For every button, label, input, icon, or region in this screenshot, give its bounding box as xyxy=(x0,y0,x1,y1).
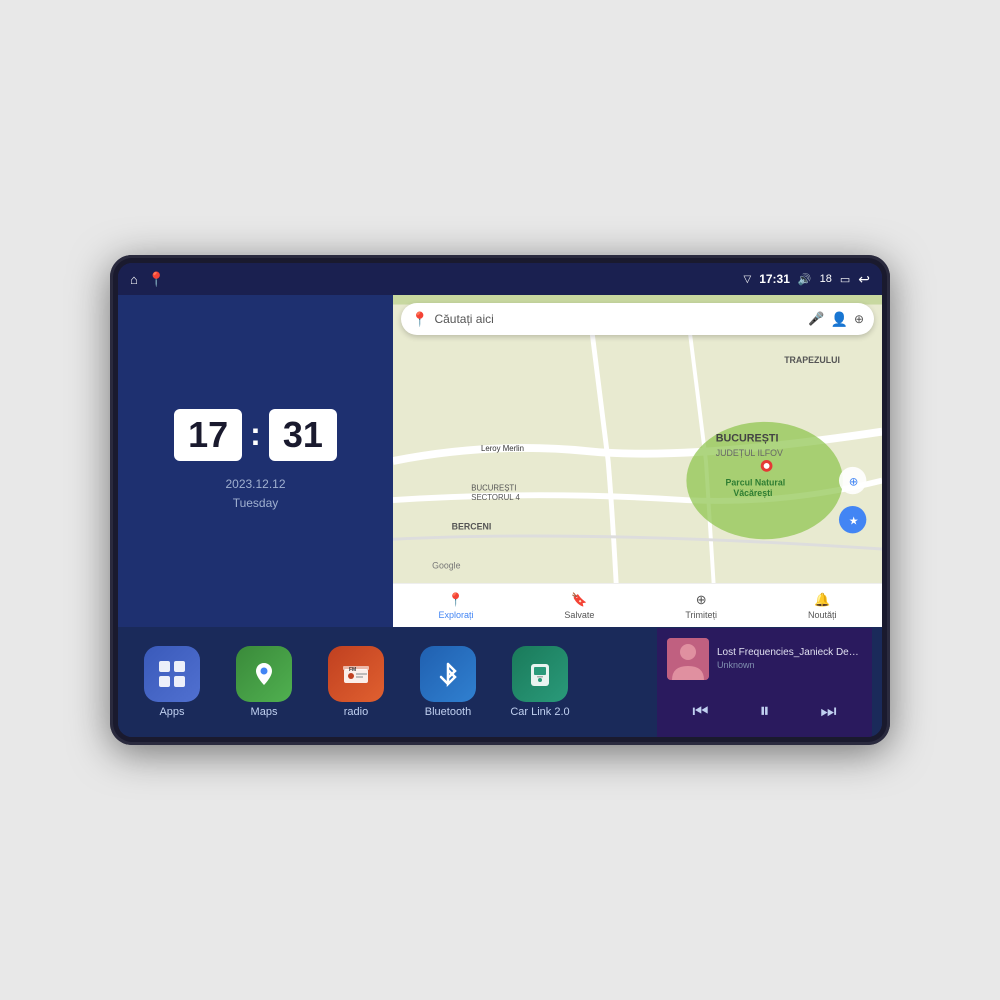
music-artist: Unknown xyxy=(717,660,862,670)
play-pause-button[interactable]: ⏸ xyxy=(751,696,777,727)
volume-icon: 🔊 xyxy=(798,273,812,286)
radio-label: radio xyxy=(344,706,368,718)
clock-display: 17 : 31 xyxy=(174,409,337,461)
screen: ⌂ 📍 ▽ 17:31 🔊 18 ▭ ↩ 17 : 31 xyxy=(118,263,882,737)
news-icon: 🔔 xyxy=(814,592,830,608)
clock-date: 2023.12.12 Tuesday xyxy=(225,475,285,513)
signal-icon: ▽ xyxy=(744,274,752,285)
clock-minutes: 31 xyxy=(269,409,337,461)
status-right-area: ▽ 17:31 🔊 18 ▭ ↩ xyxy=(744,271,871,288)
saved-icon: 🔖 xyxy=(571,592,587,608)
map-search-bar[interactable]: 📍 Căutați aici 🎤 👤 ⊕ xyxy=(401,303,874,335)
music-player: Lost Frequencies_Janieck Devy-... Unknow… xyxy=(657,628,872,737)
clock-widget: 17 : 31 2023.12.12 Tuesday xyxy=(118,295,393,627)
svg-text:★: ★ xyxy=(849,516,859,528)
app-item-apps[interactable]: Apps xyxy=(128,646,216,718)
svg-text:Parcul Natural: Parcul Natural xyxy=(726,477,786,487)
apps-label: Apps xyxy=(159,706,184,718)
map-nav-explore[interactable]: 📍 Explorați xyxy=(438,592,473,620)
svg-text:⊕: ⊕ xyxy=(849,475,859,488)
map-search-input[interactable]: Căutați aici xyxy=(434,312,802,326)
app-item-bluetooth[interactable]: Bluetooth xyxy=(404,646,492,718)
maps-label: Maps xyxy=(251,706,278,718)
prev-button[interactable]: ⏮ xyxy=(684,697,716,726)
status-time: 17:31 xyxy=(759,272,790,286)
map-pin-icon: 📍 xyxy=(411,311,428,328)
apps-section: Apps Maps xyxy=(128,646,657,718)
saved-label: Salvate xyxy=(564,610,594,620)
send-icon: ⊕ xyxy=(696,592,707,608)
back-icon[interactable]: ↩ xyxy=(858,271,870,288)
next-button[interactable]: ⏭ xyxy=(812,697,844,726)
main-content: 17 : 31 2023.12.12 Tuesday xyxy=(118,295,882,737)
bluetooth-icon xyxy=(420,646,476,702)
music-thumbnail xyxy=(667,638,709,680)
svg-text:BERCENI: BERCENI xyxy=(452,521,492,531)
svg-text:JUDEȚUL ILFOV: JUDEȚUL ILFOV xyxy=(716,448,783,458)
explore-icon: 📍 xyxy=(448,592,464,608)
app-item-maps[interactable]: Maps xyxy=(220,646,308,718)
svg-text:BUCUREȘTI: BUCUREȘTI xyxy=(716,432,779,444)
bluetooth-label: Bluetooth xyxy=(425,706,471,718)
maps-icon xyxy=(236,646,292,702)
apps-bar: Apps Maps xyxy=(118,627,882,737)
map-widget[interactable]: Parcul Natural Văcărești BUCUREȘTI JUDEȚ… xyxy=(393,295,882,627)
app-item-carlink[interactable]: Car Link 2.0 xyxy=(496,646,584,718)
clock-colon: : xyxy=(250,418,261,450)
send-label: Trimiteți xyxy=(685,610,717,620)
svg-text:Leroy Merlin: Leroy Merlin xyxy=(481,444,524,453)
status-bar: ⌂ 📍 ▽ 17:31 🔊 18 ▭ ↩ xyxy=(118,263,882,295)
music-details: Lost Frequencies_Janieck Devy-... Unknow… xyxy=(717,647,862,670)
map-search-actions: 🎤 👤 ⊕ xyxy=(808,311,864,328)
carlink-icon xyxy=(512,646,568,702)
apps-icon xyxy=(144,646,200,702)
svg-text:Google: Google xyxy=(432,561,460,571)
news-label: Noutăți xyxy=(808,610,837,620)
map-nav-news[interactable]: 🔔 Noutăți xyxy=(808,592,837,620)
account-icon[interactable]: 👤 xyxy=(831,311,848,328)
svg-text:TRAPEZULUI: TRAPEZULUI xyxy=(784,355,840,365)
maps-pin-icon[interactable]: 📍 xyxy=(148,271,165,288)
svg-text:SECTORUL 4: SECTORUL 4 xyxy=(471,493,520,502)
mic-icon[interactable]: 🎤 xyxy=(808,311,824,327)
explore-label: Explorați xyxy=(438,610,473,620)
map-nav-send[interactable]: ⊕ Trimiteți xyxy=(685,592,717,620)
music-info: Lost Frequencies_Janieck Devy-... Unknow… xyxy=(667,638,862,680)
top-section: 17 : 31 2023.12.12 Tuesday xyxy=(118,295,882,627)
car-display-device: ⌂ 📍 ▽ 17:31 🔊 18 ▭ ↩ 17 : 31 xyxy=(110,255,890,745)
battery-level: 18 xyxy=(820,273,832,285)
music-controls: ⏮ ⏸ ⏭ xyxy=(667,696,862,727)
clock-hours: 17 xyxy=(174,409,242,461)
carlink-label: Car Link 2.0 xyxy=(510,706,569,718)
svg-text:Văcărești: Văcărești xyxy=(733,488,772,498)
map-bottom-bar: 📍 Explorați 🔖 Salvate ⊕ Trimiteți 🔔 xyxy=(393,583,882,627)
svg-text:FM: FM xyxy=(349,667,356,673)
layers-icon[interactable]: ⊕ xyxy=(854,312,864,326)
app-item-radio[interactable]: FM radio xyxy=(312,646,400,718)
music-title: Lost Frequencies_Janieck Devy-... xyxy=(717,647,862,658)
map-nav-saved[interactable]: 🔖 Salvate xyxy=(564,592,594,620)
radio-icon: FM xyxy=(328,646,384,702)
battery-icon: ▭ xyxy=(840,273,850,286)
home-icon[interactable]: ⌂ xyxy=(130,272,138,287)
svg-text:BUCUREȘTI: BUCUREȘTI xyxy=(471,483,516,492)
status-left-icons: ⌂ 📍 xyxy=(130,271,165,288)
